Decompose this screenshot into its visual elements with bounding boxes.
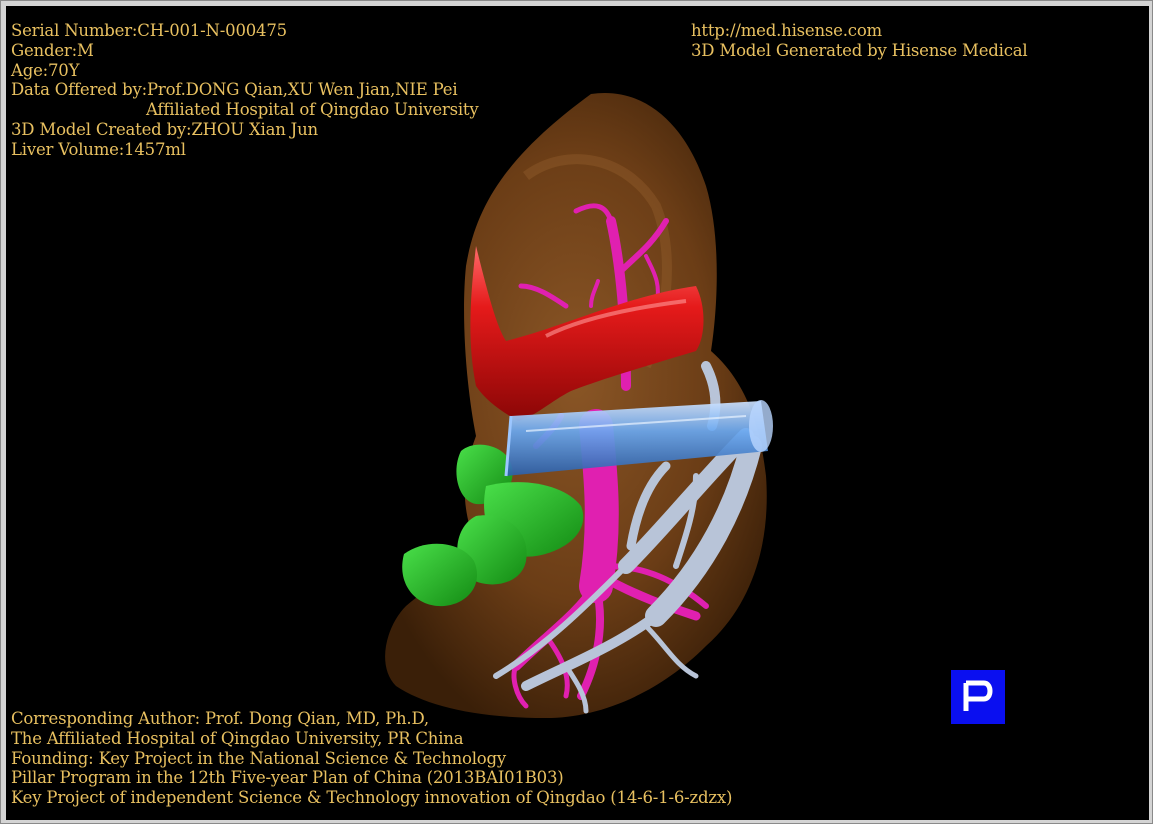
model-created-by: 3D Model Created by:ZHOU Xian Jun: [11, 119, 318, 139]
credits-info: Corresponding Author: Prof. Dong Qian, M…: [11, 709, 732, 808]
vendor-info: http://med.hisense.com 3D Model Generate…: [691, 21, 1028, 61]
pillar-program: Pillar Program in the 12th Five-year Pla…: [11, 768, 564, 788]
3d-viewport[interactable]: Serial Number:CH-001-N-000475 Gender:M A…: [6, 6, 1149, 820]
key-project: Key Project of independent Science & Tec…: [11, 788, 733, 808]
vendor-url: http://med.hisense.com: [691, 21, 883, 40]
founding: Founding: Key Project in the National Sc…: [11, 748, 507, 768]
gender: Gender:M: [11, 40, 94, 60]
patient-info: Serial Number:CH-001-N-000475 Gender:M A…: [11, 21, 479, 160]
age: Age:70Y: [11, 60, 80, 80]
liver-volume: Liver Volume:1457ml: [11, 139, 186, 159]
posterior-view-icon: [963, 680, 993, 711]
author-affiliation: The Affiliated Hospital of Qingdao Unive…: [11, 728, 464, 748]
view-orientation-button[interactable]: [951, 670, 1005, 724]
generated-by: 3D Model Generated by Hisense Medical: [691, 40, 1028, 60]
hospital-name: Affiliated Hospital of Qingdao Universit…: [146, 100, 479, 120]
serial-number: Serial Number:CH-001-N-000475: [11, 21, 287, 40]
data-offered-by: Data Offered by:Prof.DONG Qian,XU Wen Ji…: [11, 80, 458, 100]
corresponding-author: Corresponding Author: Prof. Dong Qian, M…: [11, 709, 429, 728]
viewer-window: Serial Number:CH-001-N-000475 Gender:M A…: [0, 0, 1153, 824]
